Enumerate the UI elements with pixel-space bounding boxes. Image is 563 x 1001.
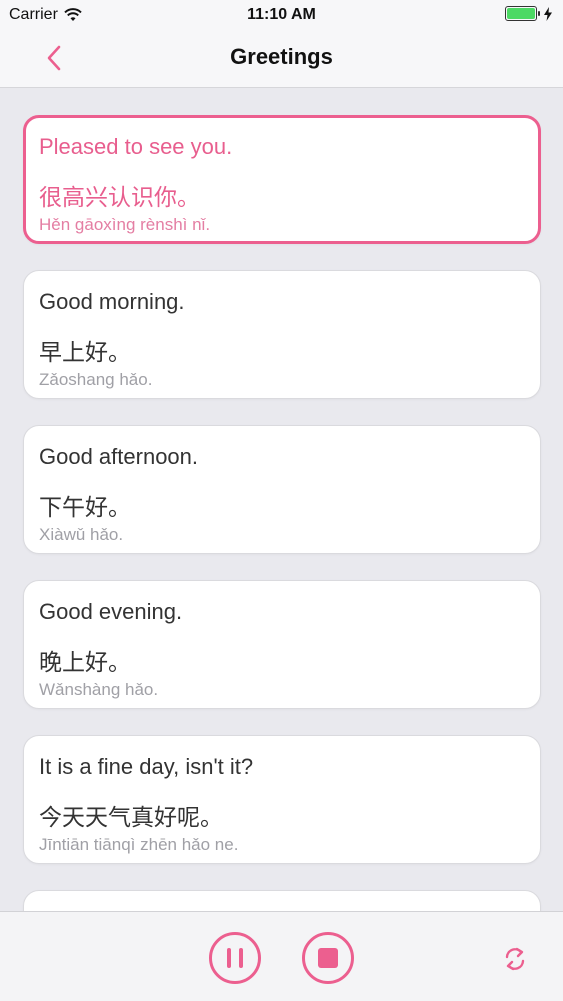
playback-toolbar: [0, 911, 563, 1001]
battery-cap: [538, 11, 540, 16]
phrase-english: Good afternoon.: [39, 444, 199, 469]
charging-bolt-icon: [544, 6, 552, 21]
phrase-chinese: 晚上好。: [39, 650, 131, 676]
phrase-chinese: 今天天气真好呢。: [39, 805, 223, 831]
phrase-card[interactable]: Good morning. 早上好。 Zǎoshang hǎo.: [23, 270, 541, 399]
phrase-pinyin: Jīntiān tiānqì zhēn hǎo ne.: [39, 835, 239, 854]
phrase-card-partial[interactable]: [23, 890, 541, 911]
phrase-pinyin: Zǎoshang hǎo.: [39, 370, 153, 389]
stop-icon: [318, 948, 338, 968]
page-title: Greetings: [230, 44, 333, 69]
phrase-english: Good morning.: [39, 289, 185, 314]
status-time: 11:10 AM: [247, 6, 316, 23]
phrase-list: Pleased to see you. 很高兴认识你。 Hěn gāoxìng …: [23, 115, 541, 911]
phrase-card[interactable]: It is a fine day, isn't it? 今天天气真好呢。 Jīn…: [23, 735, 541, 864]
battery-icon: [505, 6, 540, 21]
phrase-card[interactable]: Good afternoon. 下午好。 Xiàwǔ hǎo.: [23, 425, 541, 554]
phrase-english: Pleased to see you.: [39, 134, 233, 159]
phrase-card-selected[interactable]: Pleased to see you. 很高兴认识你。 Hěn gāoxìng …: [23, 115, 541, 244]
repeat-icon[interactable]: [500, 944, 530, 974]
status-bar: Carrier 11:10 AM: [0, 0, 563, 30]
pause-icon: [223, 948, 247, 968]
phrase-english: Good evening.: [39, 599, 183, 624]
phrase-list-scroll[interactable]: Pleased to see you. 很高兴认识你。 Hěn gāoxìng …: [0, 88, 563, 911]
phrase-pinyin: Wǎnshàng hǎo.: [39, 680, 159, 699]
navigation-bar: Greetings: [0, 30, 563, 88]
stop-button[interactable]: [302, 932, 354, 984]
phrase-chinese: 早上好。: [39, 340, 131, 366]
pause-button[interactable]: [209, 932, 261, 984]
phrase-chinese: 下午好。: [39, 495, 131, 521]
phrase-chinese: 很高兴认识你。: [39, 185, 200, 211]
status-right: [505, 6, 553, 21]
battery-fill: [507, 8, 535, 19]
phrase-pinyin: Xiàwǔ hǎo.: [39, 525, 124, 544]
phrase-pinyin: Hěn gāoxìng rènshì nǐ.: [39, 215, 211, 234]
phrase-card[interactable]: Good evening. 晚上好。 Wǎnshàng hǎo.: [23, 580, 541, 709]
phrase-english: It is a fine day, isn't it?: [39, 754, 254, 779]
